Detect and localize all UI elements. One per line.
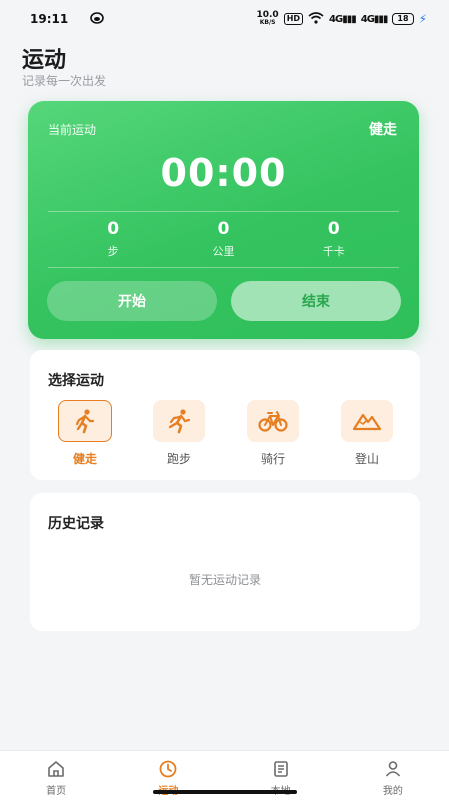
signal-icon-1: 4G▮▮▮ <box>329 13 357 25</box>
start-button[interactable]: 开始 <box>47 281 217 321</box>
stat-steps-value: 0 <box>107 219 120 239</box>
nav-item-me[interactable]: 我的 <box>337 751 449 800</box>
sport-label-hike: 登山 <box>354 452 379 466</box>
nav-label-home: 首页 <box>46 786 67 797</box>
sport-option-bike[interactable]: 骑行 <box>240 400 306 467</box>
divider <box>48 267 399 268</box>
sport-options: 健走 跑步 骑行 登山 <box>52 400 400 467</box>
notification-icon <box>90 11 105 27</box>
sport-label-bike: 骑行 <box>260 452 285 466</box>
stat-steps: 0 步 <box>78 219 148 259</box>
person-icon <box>385 761 400 777</box>
nav-label-me: 我的 <box>382 786 403 797</box>
stat-steps-unit: 步 <box>107 245 119 258</box>
sport-label-walk: 健走 <box>72 452 97 466</box>
nav-item-home[interactable]: 首页 <box>0 751 112 800</box>
divider <box>48 211 399 212</box>
workout-timer: 00:00 <box>160 151 287 195</box>
stop-button[interactable]: 结束 <box>231 281 401 321</box>
mountain-icon <box>341 400 393 442</box>
history-card: 历史记录 暂无运动记录 <box>30 493 420 631</box>
status-bar: 19:11 10.0 KB/S HD 4G▮▮▮ 4G▮▮▮ 18 ⚡ <box>0 0 449 38</box>
page-subtitle: 记录每一次出发 <box>22 74 107 88</box>
run-icon <box>153 400 205 442</box>
workout-stats: 0 步 0 公里 0 千卡 <box>28 219 419 259</box>
signal-icon-2: 4G▮▮▮ <box>360 13 389 25</box>
walk-icon <box>58 400 112 442</box>
stat-distance-unit: 公里 <box>212 245 235 258</box>
home-icon <box>48 761 64 777</box>
stat-calories-unit: 千卡 <box>322 245 345 258</box>
charging-icon: ⚡ <box>418 12 427 26</box>
home-indicator <box>153 790 297 794</box>
sport-select-title: 选择运动 <box>48 373 104 389</box>
sport-option-run[interactable]: 跑步 <box>146 400 212 467</box>
clock-icon <box>159 760 177 778</box>
sport-option-hike[interactable]: 登山 <box>334 400 400 467</box>
battery-icon: 18 <box>392 13 414 25</box>
history-empty-text: 暂无运动记录 <box>188 573 261 587</box>
stat-calories-value: 0 <box>327 219 340 239</box>
stat-distance-value: 0 <box>217 219 230 239</box>
wifi-icon <box>308 12 324 26</box>
hd-badge: HD <box>283 13 304 25</box>
network-speed: 10.0 KB/S <box>256 10 279 27</box>
page-title: 运动 <box>22 48 67 73</box>
sport-option-walk[interactable]: 健走 <box>52 400 118 467</box>
stat-calories: 0 千卡 <box>299 219 369 259</box>
current-workout-card: 当前运动 健走 00:00 0 步 0 公里 0 千卡 开始 结束 <box>28 101 419 339</box>
current-workout-type: 健走 <box>369 122 397 138</box>
bike-icon <box>247 400 299 442</box>
stat-distance: 0 公里 <box>188 219 258 259</box>
history-title: 历史记录 <box>48 516 104 532</box>
sport-select-card: 选择运动 健走 跑步 骑行 登山 <box>30 350 420 480</box>
sport-label-run: 跑步 <box>166 452 191 466</box>
status-time: 19:11 <box>30 12 69 26</box>
current-workout-label: 当前运动 <box>48 123 97 137</box>
document-icon <box>273 761 288 777</box>
